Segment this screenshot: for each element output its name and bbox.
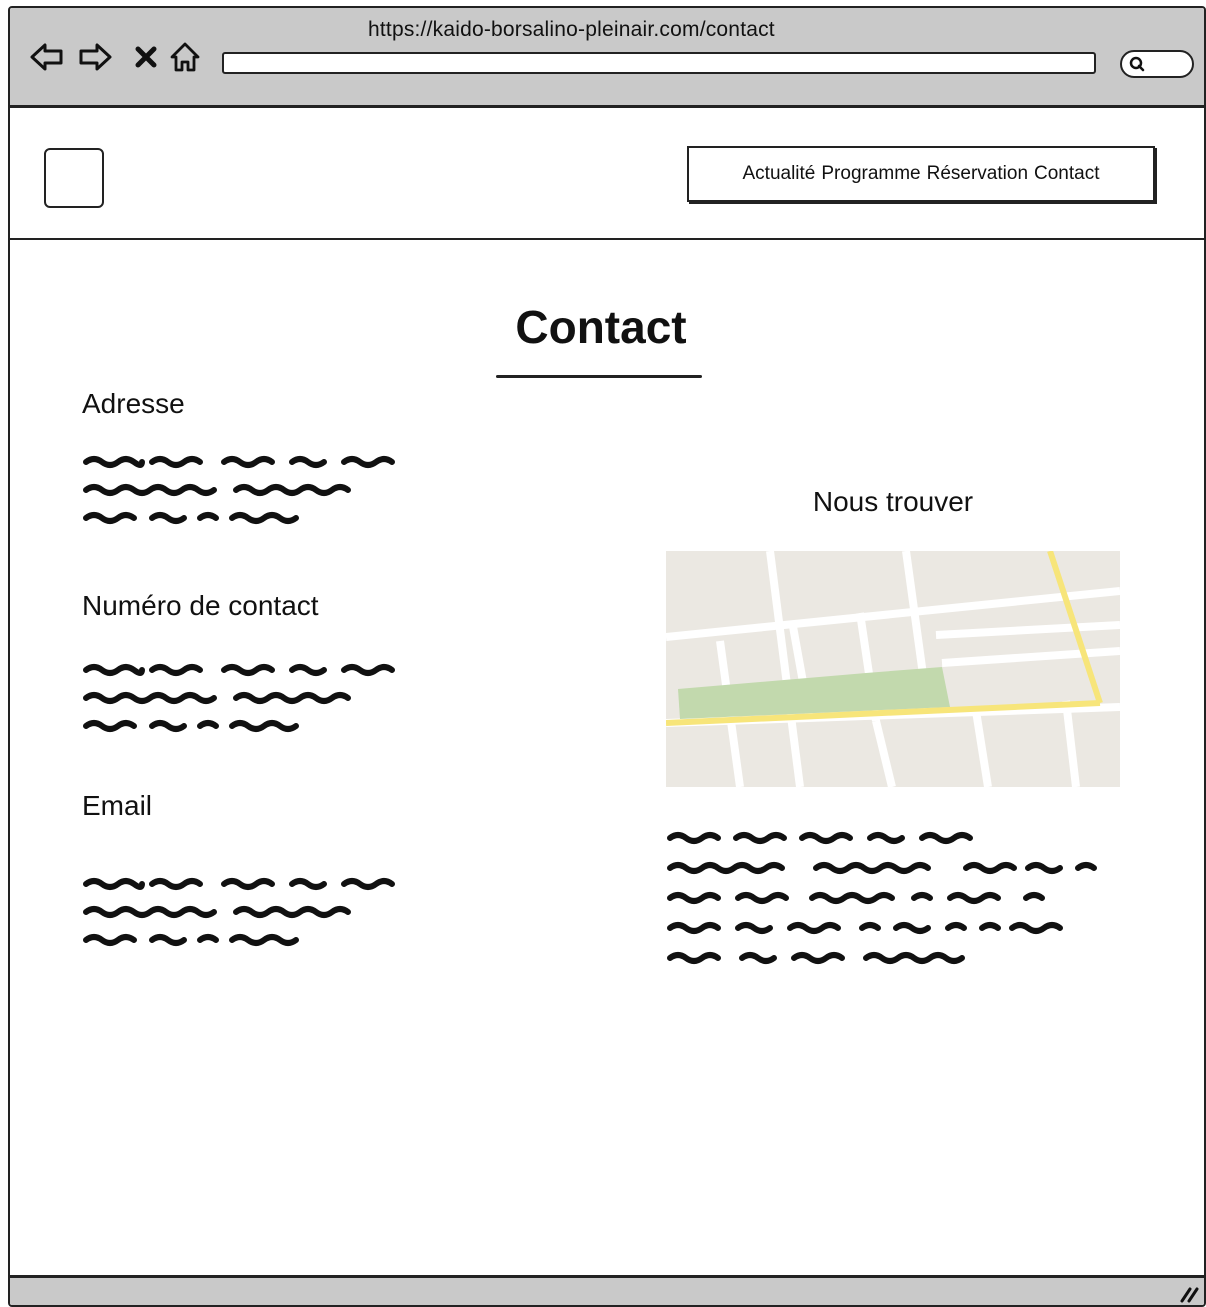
nav-item-actualite[interactable]: Actualité [743,163,816,185]
close-icon[interactable] [128,38,166,76]
title-underline [496,375,702,378]
page-title: Contact [515,301,687,353]
address-text-placeholder [83,456,395,524]
browser-toolbar: https://kaido-borsalino-pleinair.com/con… [10,8,1204,108]
address-heading: Adresse [82,388,185,419]
search-icon [1129,56,1145,72]
phone-text-placeholder [83,664,395,732]
nav-item-programme[interactable]: Programme [821,163,920,185]
home-icon[interactable] [166,38,204,76]
map-image [666,551,1120,787]
site-header: Actualité Programme Réservation Contact [10,112,1204,240]
forward-arrow-icon[interactable] [76,38,114,76]
nav-item-contact[interactable]: Contact [1034,163,1099,185]
map-embed[interactable] [666,551,1120,787]
email-heading: Email [82,790,153,821]
browser-status-bar [10,1275,1204,1305]
logo-placeholder[interactable] [44,148,104,208]
browser-window: https://kaido-borsalino-pleinair.com/con… [8,6,1206,1307]
location-description-placeholder [667,832,1097,964]
address-bar[interactable] [222,52,1096,74]
phone-heading: Numéro de contact [82,590,319,621]
email-text-placeholder [83,878,395,946]
nav-item-reservation[interactable]: Réservation [927,163,1028,185]
find-us-heading: Nous trouver [812,486,974,517]
resize-grip-icon[interactable] [1178,1283,1200,1303]
main-navigation: Actualité Programme Réservation Contact [687,146,1155,202]
search-field[interactable] [1120,50,1194,78]
url-text[interactable]: https://kaido-borsalino-pleinair.com/con… [368,18,775,42]
back-arrow-icon[interactable] [28,38,66,76]
